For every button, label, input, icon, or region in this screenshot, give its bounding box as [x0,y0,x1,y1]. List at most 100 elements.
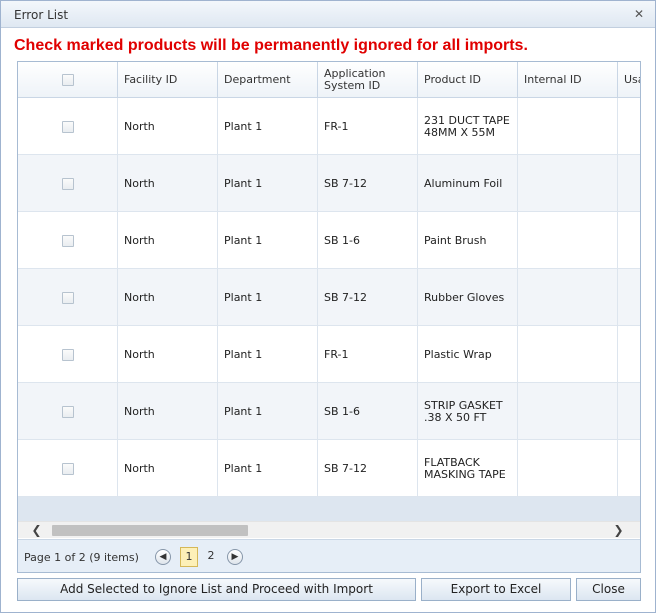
product-id-text: Plastic Wrap [424,347,492,361]
facility-id-text: North [124,461,155,475]
row-checkbox-cell [18,98,118,155]
row-checkbox[interactable] [61,291,74,304]
column-header-usage[interactable]: Usa [618,62,640,98]
usage-cell [618,269,640,326]
row-checkbox[interactable] [61,462,74,475]
row-checkbox[interactable] [61,405,74,418]
department-cell: Plant 1 [218,155,318,212]
row-checkbox[interactable] [61,120,74,133]
application-system-id-text: SB 1-6 [324,404,360,418]
product-id-cell: Plastic Wrap [418,326,518,383]
facility-id-cell: North [118,155,218,212]
row-checkbox-cell [18,440,118,497]
department-text: Plant 1 [224,347,263,361]
department-cell: Plant 1 [218,98,318,155]
department-text: Plant 1 [224,404,263,418]
error-grid: Facility ID Department Application Syste… [17,61,641,573]
table-row[interactable]: North Plant 1 SB 1-6 Paint Brush [18,212,640,269]
facility-id-cell: North [118,440,218,497]
warning-message: Check marked products will be permanentl… [14,37,528,54]
product-id-text: STRIP GASKET .38 X 50 FT [424,398,503,424]
application-system-id-text: FR-1 [324,119,349,133]
table-row[interactable]: North Plant 1 FR-1 231 DUCT TAPE 48MM X 55M [18,98,640,155]
table-row[interactable]: North Plant 1 SB 1-6 STRIP GASKET .38 X 50 … [18,383,640,440]
horizontal-scrollbar[interactable]: ❮ ❯ [18,521,640,539]
department-cell: Plant 1 [218,212,318,269]
facility-id-text: North [124,176,155,190]
facility-id-cell: North [118,98,218,155]
product-id-text: Rubber Gloves [424,290,505,304]
scrollbar-thumb[interactable] [52,525,248,536]
application-system-id-text: FR-1 [324,347,349,361]
column-header-product-id[interactable]: Product ID [418,62,518,98]
internal-id-cell [518,326,618,383]
page-button-2[interactable]: 2 [202,547,220,567]
department-text: Plant 1 [224,233,263,247]
facility-id-cell: North [118,212,218,269]
title-bar: Error List ✕ [1,1,655,28]
select-all-header [18,62,118,98]
application-system-id-text: SB 7-12 [324,461,367,475]
product-id-cell: FLATBACK MASKING TAPE [418,440,518,497]
department-cell: Plant 1 [218,269,318,326]
select-all-checkbox[interactable] [61,74,74,86]
usage-cell [618,212,640,269]
internal-id-cell [518,98,618,155]
internal-id-cell [518,383,618,440]
table-row[interactable]: North Plant 1 FR-1 Plastic Wrap [18,326,640,383]
add-to-ignore-list-button[interactable]: Add Selected to Ignore List and Proceed … [17,578,416,601]
table-row[interactable]: North Plant 1 SB 7-12 Rubber Gloves [18,269,640,326]
facility-id-text: North [124,119,155,133]
row-checkbox[interactable] [61,177,74,190]
facility-id-text: North [124,347,155,361]
department-cell: Plant 1 [218,383,318,440]
product-id-text: Paint Brush [424,233,487,247]
application-system-id-cell: SB 7-12 [318,155,418,212]
application-system-id-text: SB 7-12 [324,290,367,304]
column-header-facility-id[interactable]: Facility ID [118,62,218,98]
close-icon[interactable]: ✕ [632,7,646,21]
facility-id-text: North [124,290,155,304]
product-id-text: 231 DUCT TAPE 48MM X 55M [424,113,510,139]
department-text: Plant 1 [224,290,263,304]
export-to-excel-button[interactable]: Export to Excel [421,578,571,601]
table-row[interactable]: North Plant 1 SB 7-12 Aluminum Foil [18,155,640,212]
row-checkbox[interactable] [61,348,74,361]
column-header-application-system-id[interactable]: Application System ID [318,62,418,98]
column-header-department[interactable]: Department [218,62,318,98]
department-cell: Plant 1 [218,440,318,497]
row-checkbox-cell [18,326,118,383]
next-page-icon[interactable]: ▶ [227,549,243,565]
column-header-internal-id[interactable]: Internal ID [518,62,618,98]
previous-page-icon[interactable]: ◀ [155,549,171,565]
usage-cell [618,98,640,155]
department-text: Plant 1 [224,461,263,475]
page-button-1[interactable]: 1 [180,547,198,567]
application-system-id-cell: SB 1-6 [318,383,418,440]
department-text: Plant 1 [224,176,263,190]
usage-cell [618,326,640,383]
row-checkbox[interactable] [61,234,74,247]
grid-empty-area [18,497,640,521]
scroll-right-icon[interactable]: ❯ [610,522,627,539]
facility-id-cell: North [118,326,218,383]
product-id-cell: 231 DUCT TAPE 48MM X 55M [418,98,518,155]
scroll-left-icon[interactable]: ❮ [28,522,45,539]
application-system-id-cell: FR-1 [318,326,418,383]
error-list-dialog: Error List ✕ Check marked products will … [0,0,656,613]
pager: Page 1 of 2 (9 items) ◀ 1 2 ▶ [18,539,640,572]
dialog-title: Error List [14,8,69,22]
internal-id-cell [518,212,618,269]
application-system-id-cell: SB 7-12 [318,269,418,326]
row-checkbox-cell [18,212,118,269]
application-system-id-text: SB 1-6 [324,233,360,247]
internal-id-cell [518,440,618,497]
close-button[interactable]: Close [576,578,641,601]
grid-header: Facility ID Department Application Syste… [18,62,640,98]
row-checkbox-cell [18,155,118,212]
table-row[interactable]: North Plant 1 SB 7-12 FLATBACK MASKING TAPE [18,440,640,497]
usage-cell [618,383,640,440]
usage-cell [618,440,640,497]
usage-cell [618,155,640,212]
product-id-cell: Rubber Gloves [418,269,518,326]
